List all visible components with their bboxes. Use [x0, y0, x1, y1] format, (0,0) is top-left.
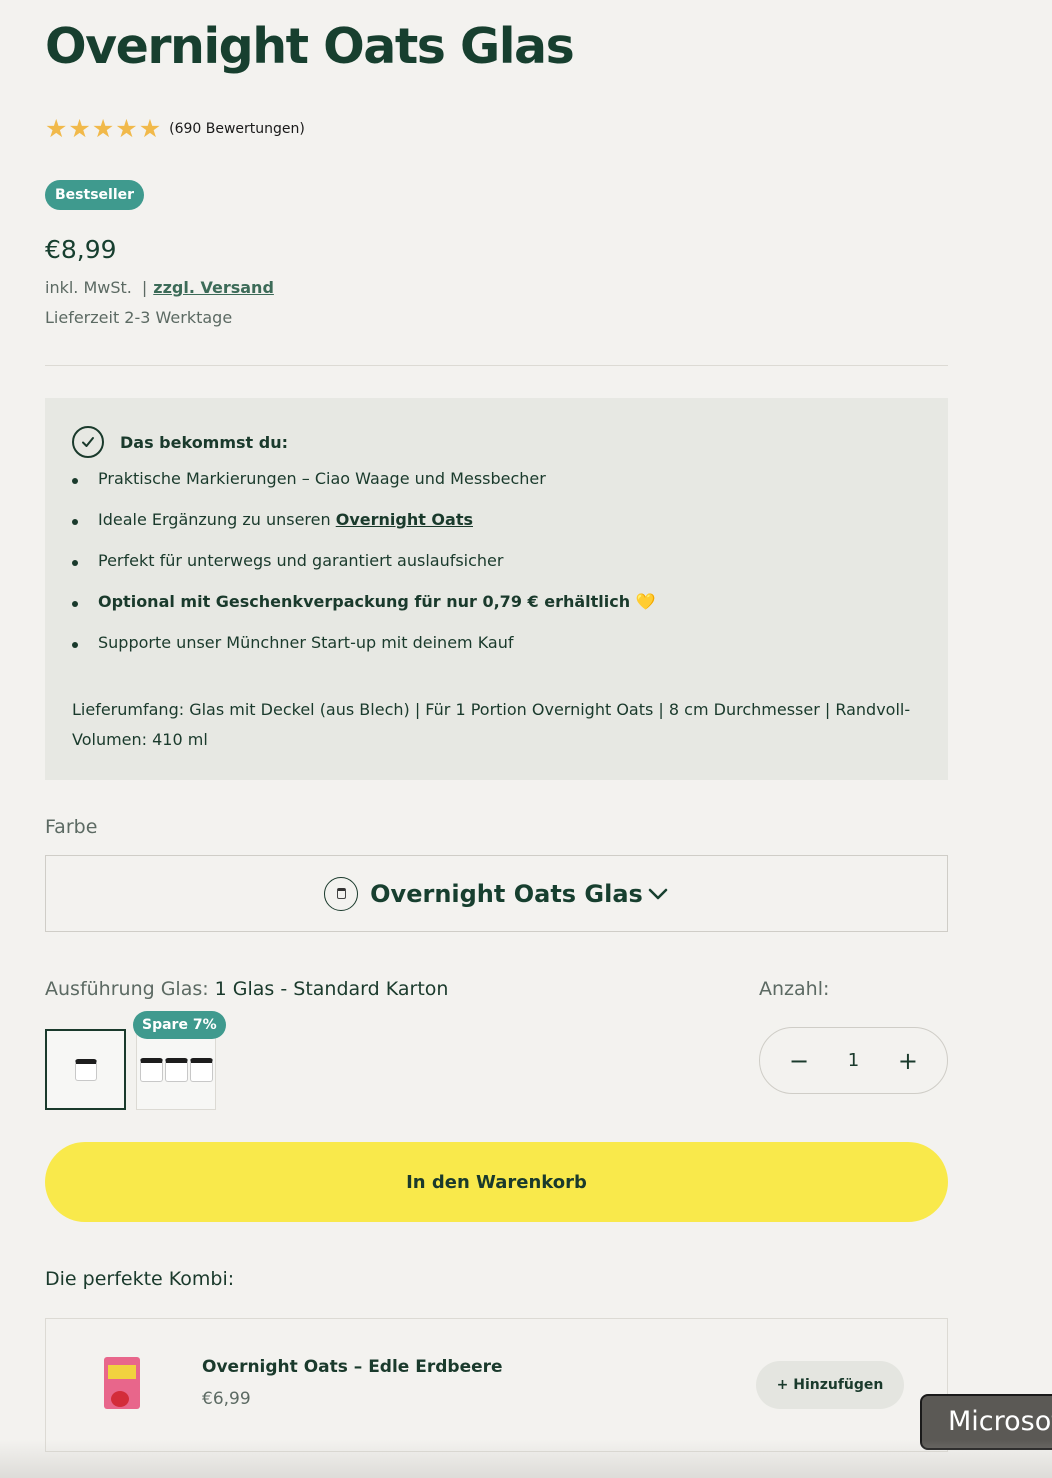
increment-button[interactable]: +	[897, 1047, 919, 1075]
star-icon: ★	[68, 114, 91, 143]
list-item: Supporte unser Münchner Start-up mit dei…	[72, 633, 656, 674]
option-single-jar[interactable]	[45, 1029, 126, 1110]
list-item: Praktische Markierungen – Ciao Waage und…	[72, 469, 656, 510]
decrement-button[interactable]: −	[788, 1047, 810, 1075]
star-icon: ★	[91, 114, 115, 143]
option-label: Ausführung Glas:	[45, 978, 209, 1000]
benefit-text: Supporte unser Münchner Start-up mit dei…	[98, 633, 514, 652]
benefit-text: Optional mit Geschenkverpackung für nur …	[98, 592, 631, 611]
option-value: 1 Glas - Standard Karton	[214, 978, 449, 1000]
jar-image	[164, 1057, 188, 1082]
quantity-value[interactable]: 1	[848, 1050, 859, 1071]
jar-icon	[324, 876, 359, 911]
delivery-time: Lieferzeit 2-3 Werktage	[45, 308, 233, 327]
benefits-title: Das bekommst du:	[120, 432, 289, 452]
benefits-list: Praktische Markierungen – Ciao Waage und…	[72, 469, 656, 674]
benefit-text: Praktische Markierungen – Ciao Waage und…	[98, 469, 546, 488]
quantity-stepper: − 1 +	[759, 1027, 948, 1094]
color-label: Farbe	[45, 816, 98, 838]
product-title: Overnight Oats Glas	[45, 18, 575, 75]
check-circle-icon	[72, 426, 104, 458]
add-to-cart-button[interactable]: In den Warenkorb	[45, 1142, 948, 1222]
save-badge: Spare 7%	[133, 1011, 226, 1039]
benefits-header: Das bekommst du:	[72, 426, 288, 458]
delivery-scope: Lieferumfang: Glas mit Deckel (aus Blech…	[72, 700, 911, 749]
tax-separator: |	[141, 278, 148, 297]
shipping-link[interactable]: zzgl. Versand	[153, 278, 274, 297]
list-item: Perfekt für unterwegs und garantiert aus…	[72, 551, 656, 592]
bottom-fade	[0, 1440, 1052, 1478]
benefits-box: Das bekommst du: Praktische Markierungen…	[45, 398, 948, 780]
benefit-text: Ideale Ergänzung zu unseren	[98, 510, 336, 529]
color-value: Overnight Oats Glas	[370, 879, 643, 908]
heart-icon: 💛	[635, 592, 656, 611]
list-item: Ideale Ergänzung zu unseren Overnight Oa…	[72, 510, 656, 551]
product-price: €8,99	[45, 235, 117, 264]
rating-count[interactable]: (690 Bewertungen)	[169, 121, 305, 137]
tax-label: inkl. MwSt.	[45, 278, 132, 297]
kombi-product-price: €6,99	[202, 1389, 251, 1409]
rating[interactable]: ★ ★ ★ ★ ★ (690 Bewertungen)	[45, 116, 305, 141]
option-row: Ausführung Glas: 1 Glas - Standard Karton	[45, 978, 448, 1000]
option-three-jars[interactable]	[136, 1029, 216, 1110]
kombi-label: Die perfekte Kombi:	[45, 1268, 235, 1290]
color-select[interactable]: Overnight Oats Glas	[45, 855, 948, 932]
star-icon: ★	[45, 114, 68, 143]
benefit-text: Perfekt für unterwegs und garantiert aus…	[98, 551, 504, 570]
divider	[45, 365, 948, 366]
jar-image	[74, 1058, 97, 1081]
bestseller-badge: Bestseller	[45, 180, 145, 210]
kombi-product-name[interactable]: Overnight Oats – Edle Erdbeere	[202, 1357, 503, 1377]
jar-image	[189, 1057, 213, 1082]
star-icon: ★	[138, 114, 162, 143]
kombi-card: Overnight Oats – Edle Erdbeere €6,99 + H…	[45, 1318, 948, 1452]
quantity-label: Anzahl:	[759, 978, 830, 1000]
tax-info: inkl. MwSt. | zzgl. Versand	[45, 278, 274, 297]
star-icon: ★	[115, 114, 138, 143]
add-kombi-button[interactable]: + Hinzufügen	[756, 1361, 904, 1409]
product-image[interactable]	[101, 1357, 141, 1417]
jar-image	[139, 1057, 163, 1082]
overnight-oats-link[interactable]: Overnight Oats	[336, 510, 473, 529]
rating-stars: ★ ★ ★ ★ ★	[45, 116, 161, 141]
chevron-down-icon	[648, 888, 668, 899]
list-item: Optional mit Geschenkverpackung für nur …	[72, 592, 656, 633]
